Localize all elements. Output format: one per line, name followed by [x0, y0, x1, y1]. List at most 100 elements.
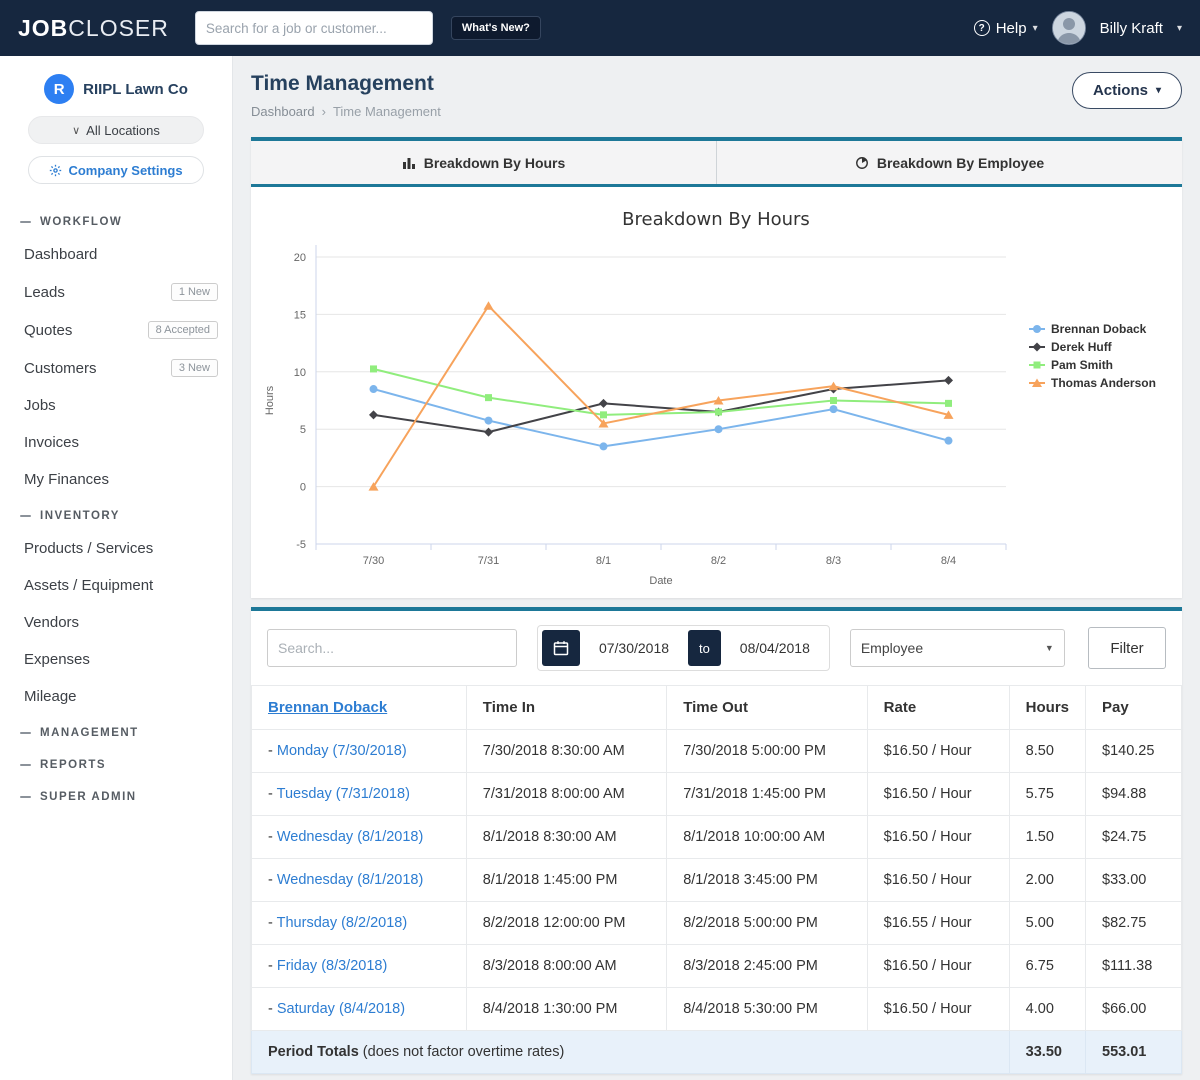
- cell-pay: $33.00: [1086, 859, 1182, 902]
- all-locations-label: All Locations: [86, 123, 160, 138]
- sidebar-section-super-admin[interactable]: SUPER ADMIN: [0, 779, 232, 811]
- calendar-icon: [553, 640, 569, 656]
- row-dash: -: [268, 743, 273, 759]
- date-to-label: to: [688, 630, 721, 666]
- chart-card: Breakdown By Hours Breakdown By Employee…: [251, 137, 1182, 598]
- sidebar-item-label: Quotes: [24, 322, 148, 339]
- sidebar-item-expenses[interactable]: Expenses: [0, 641, 232, 678]
- sidebar-section-management[interactable]: MANAGEMENT: [0, 715, 232, 747]
- company-header: R RIIPL Lawn Co: [0, 74, 232, 104]
- cell-time-out: 7/30/2018 5:00:00 PM: [667, 730, 867, 773]
- day-link[interactable]: Saturday (8/4/2018): [277, 1001, 405, 1017]
- timesheet-table: Brennan Doback Time In Time Out Rate Hou…: [251, 685, 1182, 1074]
- cell-time-in: 8/1/2018 1:45:00 PM: [466, 859, 666, 902]
- cell-hours: 8.50: [1009, 730, 1085, 773]
- sidebar-item-quotes[interactable]: Quotes8 Accepted: [0, 311, 232, 349]
- company-settings-button[interactable]: Company Settings: [28, 156, 204, 184]
- user-avatar[interactable]: [1052, 11, 1086, 45]
- cell-rate: $16.50 / Hour: [867, 859, 1009, 902]
- sidebar-item-products-services[interactable]: Products / Services: [0, 530, 232, 567]
- cell-time-out: 8/1/2018 3:45:00 PM: [667, 859, 867, 902]
- breadcrumb: Dashboard › Time Management: [251, 104, 441, 119]
- table-row: - Wednesday (8/1/2018)8/1/2018 8:30:00 A…: [252, 816, 1182, 859]
- date-to-input[interactable]: [725, 630, 825, 666]
- sidebar-item-customers[interactable]: Customers3 New: [0, 349, 232, 387]
- svg-text:10: 10: [294, 367, 306, 379]
- day-link[interactable]: Wednesday (8/1/2018): [277, 872, 423, 888]
- sidebar-item-leads[interactable]: Leads1 New: [0, 273, 232, 311]
- filter-button[interactable]: Filter: [1088, 627, 1166, 669]
- chevron-down-icon[interactable]: ▾: [1177, 23, 1182, 34]
- day-link[interactable]: Monday (7/30/2018): [277, 743, 407, 759]
- svg-text:Date: Date: [649, 575, 672, 587]
- user-name[interactable]: Billy Kraft: [1100, 20, 1163, 37]
- cell-pay: $140.25: [1086, 730, 1182, 773]
- cell-pay: $94.88: [1086, 773, 1182, 816]
- total-hours: 33.50: [1009, 1031, 1085, 1074]
- sidebar-item-label: Mileage: [24, 688, 218, 705]
- sidebar-item-invoices[interactable]: Invoices: [0, 424, 232, 461]
- date-from-input[interactable]: [584, 630, 684, 666]
- gear-icon: [49, 164, 62, 177]
- chevron-down-icon: ▾: [1156, 85, 1161, 96]
- sidebar-section-reports[interactable]: REPORTS: [0, 747, 232, 779]
- cell-pay: $24.75: [1086, 816, 1182, 859]
- chevron-down-icon: ∨: [72, 124, 80, 137]
- day-link[interactable]: Wednesday (8/1/2018): [277, 829, 423, 845]
- row-dash: -: [268, 872, 273, 888]
- sidebar-section-workflow[interactable]: WORKFLOW: [0, 204, 232, 236]
- cell-time-in: 8/4/2018 1:30:00 PM: [466, 988, 666, 1031]
- col-rate: Rate: [867, 686, 1009, 730]
- row-dash: -: [268, 915, 273, 931]
- breadcrumb-dashboard[interactable]: Dashboard: [251, 104, 315, 119]
- table-row: - Saturday (8/4/2018) 8/4/2018 1:30:00 PM…: [252, 988, 1182, 1031]
- date-range-picker: to: [537, 625, 830, 671]
- sidebar-item-label: Dashboard: [24, 246, 218, 263]
- actions-button[interactable]: Actions ▾: [1072, 72, 1182, 109]
- sidebar-item-dashboard[interactable]: Dashboard: [0, 236, 232, 273]
- sidebar-item-label: Expenses: [24, 651, 218, 668]
- tab-employee-label: Breakdown By Employee: [877, 155, 1044, 171]
- employee-name-link[interactable]: Brennan Doback: [268, 699, 387, 716]
- line-chart: Breakdown By Hours-5051015207/307/318/18…: [251, 187, 1182, 598]
- sidebar-section-inventory[interactable]: INVENTORY: [0, 498, 232, 530]
- pie-chart-icon: [855, 156, 869, 170]
- day-link[interactable]: Thursday (8/2/2018): [277, 915, 408, 931]
- sidebar-item-assets-equipment[interactable]: Assets / Equipment: [0, 567, 232, 604]
- employee-select[interactable]: Employee ▼: [850, 629, 1065, 667]
- tab-breakdown-by-hours[interactable]: Breakdown By Hours: [251, 141, 716, 184]
- svg-text:-5: -5: [296, 539, 306, 551]
- sidebar-item-label: Products / Services: [24, 540, 218, 557]
- svg-text:Breakdown By Hours: Breakdown By Hours: [622, 209, 810, 230]
- cell-rate: $16.50 / Hour: [867, 816, 1009, 859]
- sidebar-item-label: Vendors: [24, 614, 218, 631]
- period-totals-row: Period Totals (does not factor overtime …: [252, 1031, 1182, 1074]
- svg-text:8/2: 8/2: [711, 555, 726, 567]
- sidebar-item-mileage[interactable]: Mileage: [0, 678, 232, 715]
- logo-light: CLOSER: [68, 15, 169, 41]
- count-badge: 1 New: [171, 283, 218, 301]
- cell-hours: 6.75: [1009, 945, 1085, 988]
- calendar-button[interactable]: [542, 630, 580, 666]
- global-search-input[interactable]: [195, 11, 433, 45]
- sidebar-item-my-finances[interactable]: My Finances: [0, 461, 232, 498]
- row-dash: -: [268, 1001, 273, 1017]
- all-locations-dropdown[interactable]: ∨ All Locations: [28, 116, 204, 144]
- sidebar-item-vendors[interactable]: Vendors: [0, 604, 232, 641]
- day-link[interactable]: Tuesday (7/31/2018): [277, 786, 410, 802]
- svg-text:15: 15: [294, 309, 306, 321]
- day-link[interactable]: Friday (8/3/2018): [277, 958, 387, 974]
- table-search-input[interactable]: [267, 629, 517, 667]
- cell-rate: $16.55 / Hour: [867, 902, 1009, 945]
- tab-breakdown-by-employee[interactable]: Breakdown By Employee: [716, 141, 1182, 184]
- help-menu[interactable]: ? Help ▾: [974, 20, 1038, 37]
- breadcrumb-current: Time Management: [333, 104, 441, 119]
- table-row: - Friday (8/3/2018)8/3/2018 8:00:00 AM8/…: [252, 945, 1182, 988]
- whats-new-button[interactable]: What's New?: [451, 16, 541, 40]
- select-caret-icon: ▼: [1045, 643, 1054, 653]
- breakdown-by-hours-chart: Breakdown By Hours-5051015207/307/318/18…: [251, 189, 1181, 589]
- sidebar-item-jobs[interactable]: Jobs: [0, 387, 232, 424]
- section-label: MANAGEMENT: [40, 727, 139, 739]
- cell-time-in: 7/31/2018 8:00:00 AM: [466, 773, 666, 816]
- cell-time-in: 8/3/2018 8:00:00 AM: [466, 945, 666, 988]
